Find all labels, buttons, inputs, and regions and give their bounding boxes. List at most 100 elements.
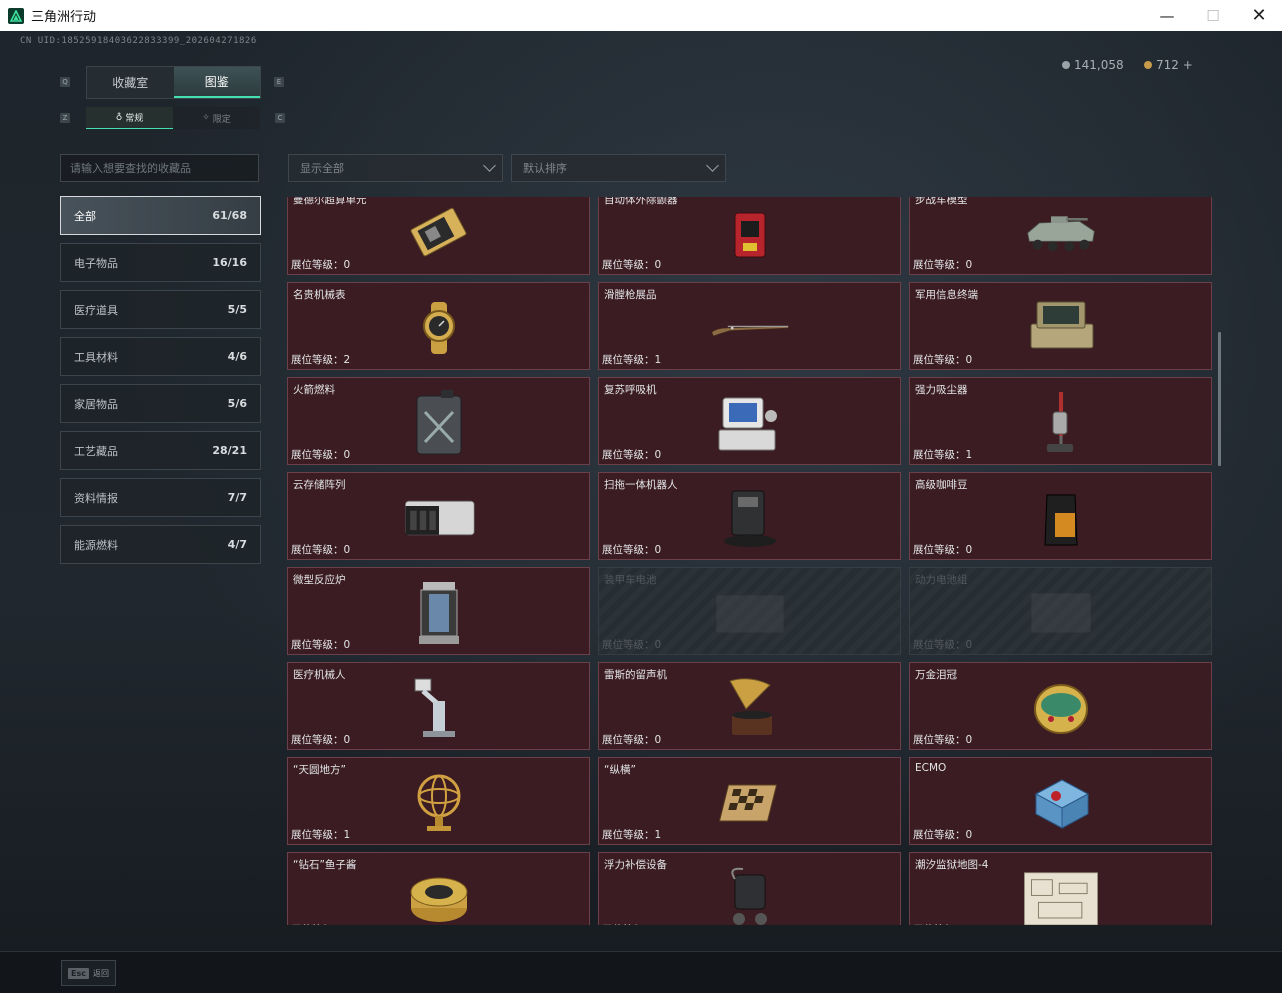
item-level: 展位等级：0	[913, 639, 973, 651]
maximize-button[interactable]: ☐	[1190, 0, 1236, 31]
item-name: 高级咖啡豆	[915, 479, 968, 491]
category-count: 4/6	[227, 350, 247, 363]
item-level: 展位等级：0	[913, 259, 973, 271]
limited-icon: ✧	[202, 113, 210, 123]
item-card[interactable]: 高级咖啡豆 展位等级：0	[909, 472, 1212, 560]
item-name: 微型反应炉	[293, 574, 346, 586]
item-level: 展位等级：0	[913, 734, 973, 746]
currency-silver: 141,058	[1062, 58, 1124, 72]
gpu-card-icon	[399, 202, 479, 264]
battery-pack-icon	[1021, 582, 1101, 644]
item-name: 医疗机械人	[293, 669, 346, 681]
item-card[interactable]: 步战车模型展位等级：0	[909, 197, 1212, 275]
item-level: 展位等级：0	[602, 639, 662, 651]
subtab-limited[interactable]: ✧ 限定	[173, 107, 260, 129]
item-card[interactable]: 扫拖一体机器人 展位等级：0	[598, 472, 901, 560]
minimize-button[interactable]: —	[1144, 0, 1190, 31]
category-label: 医疗道具	[74, 303, 118, 317]
sort-dropdown[interactable]: 默认排序	[511, 154, 726, 182]
subtab-prev-key[interactable]: Z	[60, 113, 70, 123]
item-level: 展位等级：0	[913, 829, 973, 841]
search-input[interactable]: 请输入想要查找的收藏品	[60, 154, 259, 182]
item-card[interactable]: 装甲车电池 展位等级：0	[598, 567, 901, 655]
category-count: 28/21	[212, 444, 247, 457]
display-filter-dropdown[interactable]: 显示全部	[288, 154, 503, 182]
item-card[interactable]: 微型反应炉 展位等级：0	[287, 567, 590, 655]
item-name: ECMO	[915, 762, 947, 774]
item-card[interactable]: 自动体外除颤器 展位等级：0	[598, 197, 901, 275]
item-level: 展位等级：0	[291, 734, 351, 746]
category-tools[interactable]: 工具材料 4/6	[60, 337, 261, 376]
uid-text: CN UID:18525918403622833399_202604271826	[20, 36, 257, 46]
sub-tabs: ♁ 常规 ✧ 限定	[86, 107, 260, 129]
defibrillator-icon	[710, 202, 790, 264]
item-card[interactable]: 火箭燃料 展位等级：0	[287, 377, 590, 465]
tab-prev-key[interactable]: Q	[60, 77, 70, 87]
item-card[interactable]: 复苏呼吸机展位等级：0	[598, 377, 901, 465]
back-button[interactable]: Esc 返回	[61, 960, 116, 986]
item-card[interactable]: “天圆地方” 展位等级：1	[287, 757, 590, 845]
item-name: 万金泪冠	[915, 669, 957, 681]
item-name: 动力电池组	[915, 574, 968, 586]
item-card[interactable]: 曼德尔超算单元 展位等级：0	[287, 197, 590, 275]
item-level: 展位等级：1	[602, 829, 662, 841]
item-card[interactable]: 名贵机械表展位等级：2	[287, 282, 590, 370]
item-card[interactable]: 军用信息终端 展位等级：0	[909, 282, 1212, 370]
item-name: 雷斯的留声机	[604, 669, 667, 681]
item-card[interactable]: “纵横” 展位等级：1	[598, 757, 901, 845]
item-level: 展位等级：0	[291, 544, 351, 556]
item-card[interactable]: 强力吸尘器 展位等级：1	[909, 377, 1212, 465]
item-name: “天圆地方”	[293, 764, 346, 776]
item-card[interactable]: ECMO 展位等级：0	[909, 757, 1212, 845]
subtab-next-key[interactable]: C	[275, 113, 285, 123]
category-medical[interactable]: 医疗道具 5/5	[60, 290, 261, 329]
item-card[interactable]: 云存储阵列 展位等级：0	[287, 472, 590, 560]
bottom-bar	[0, 951, 1282, 993]
item-level: 展位等级：0	[602, 449, 662, 461]
item-card[interactable]: 动力电池组展位等级：0	[909, 567, 1212, 655]
item-card[interactable]: 万金泪冠展位等级：0	[909, 662, 1212, 750]
item-card[interactable]: 浮力补偿设备展位等级：0	[598, 852, 901, 925]
vacuum-cleaner-icon	[1021, 392, 1101, 454]
tab-next-key[interactable]: E	[274, 77, 284, 87]
back-label: 返回	[92, 968, 109, 978]
item-card[interactable]: “钻石”鱼子酱展位等级：0	[287, 852, 590, 925]
item-name: 曼德尔超算单元	[293, 197, 367, 206]
map-paper-icon	[1021, 867, 1101, 925]
item-card[interactable]: 医疗机械人展位等级：0	[287, 662, 590, 750]
item-level: 展位等级：0	[602, 734, 662, 746]
mop-robot-icon	[710, 487, 790, 549]
medical-robot-icon	[399, 677, 479, 739]
item-level: 展位等级：0	[913, 922, 972, 925]
close-button[interactable]: ✕	[1236, 0, 1282, 31]
item-card[interactable]: 滑膛枪展品 展位等级：1	[598, 282, 901, 370]
ventilator-icon	[710, 392, 790, 454]
category-energy[interactable]: 能源燃料 4/7	[60, 525, 261, 564]
category-crafts[interactable]: 工艺藏品 28/21	[60, 431, 261, 470]
category-count: 61/68	[212, 209, 247, 222]
item-name: 军用信息终端	[915, 289, 978, 301]
category-count: 7/7	[227, 491, 247, 504]
item-level: 展位等级：2	[291, 354, 351, 366]
chevron-down-icon	[483, 159, 496, 172]
item-name: 名贵机械表	[293, 289, 346, 301]
subtab-regular[interactable]: ♁ 常规	[86, 107, 173, 129]
currency-gold[interactable]: 712 +	[1144, 58, 1193, 72]
item-card[interactable]: 雷斯的留声机 展位等级：0	[598, 662, 901, 750]
category-household[interactable]: 家居物品 5/6	[60, 384, 261, 423]
item-name: 浮力补偿设备	[604, 859, 667, 871]
category-label: 电子物品	[74, 256, 118, 270]
chevron-down-icon	[706, 159, 719, 172]
ecmo-icon	[1021, 772, 1101, 834]
item-name: 步战车模型	[915, 197, 968, 206]
tab-collection-room[interactable]: 收藏室	[87, 67, 174, 98]
item-card[interactable]: 潮汐监狱地图-4 展位等级：0	[909, 852, 1212, 925]
category-all[interactable]: 全部 61/68	[60, 196, 261, 235]
tab-catalog[interactable]: 图鉴	[173, 67, 260, 98]
category-electronics[interactable]: 电子物品 16/16	[60, 243, 261, 282]
esc-key: Esc	[68, 967, 89, 979]
item-name: 复苏呼吸机	[604, 384, 657, 396]
item-name: 滑膛枪展品	[604, 289, 657, 301]
grid-scrollbar[interactable]	[1218, 332, 1221, 466]
category-intel[interactable]: 资料情报 7/7	[60, 478, 261, 517]
